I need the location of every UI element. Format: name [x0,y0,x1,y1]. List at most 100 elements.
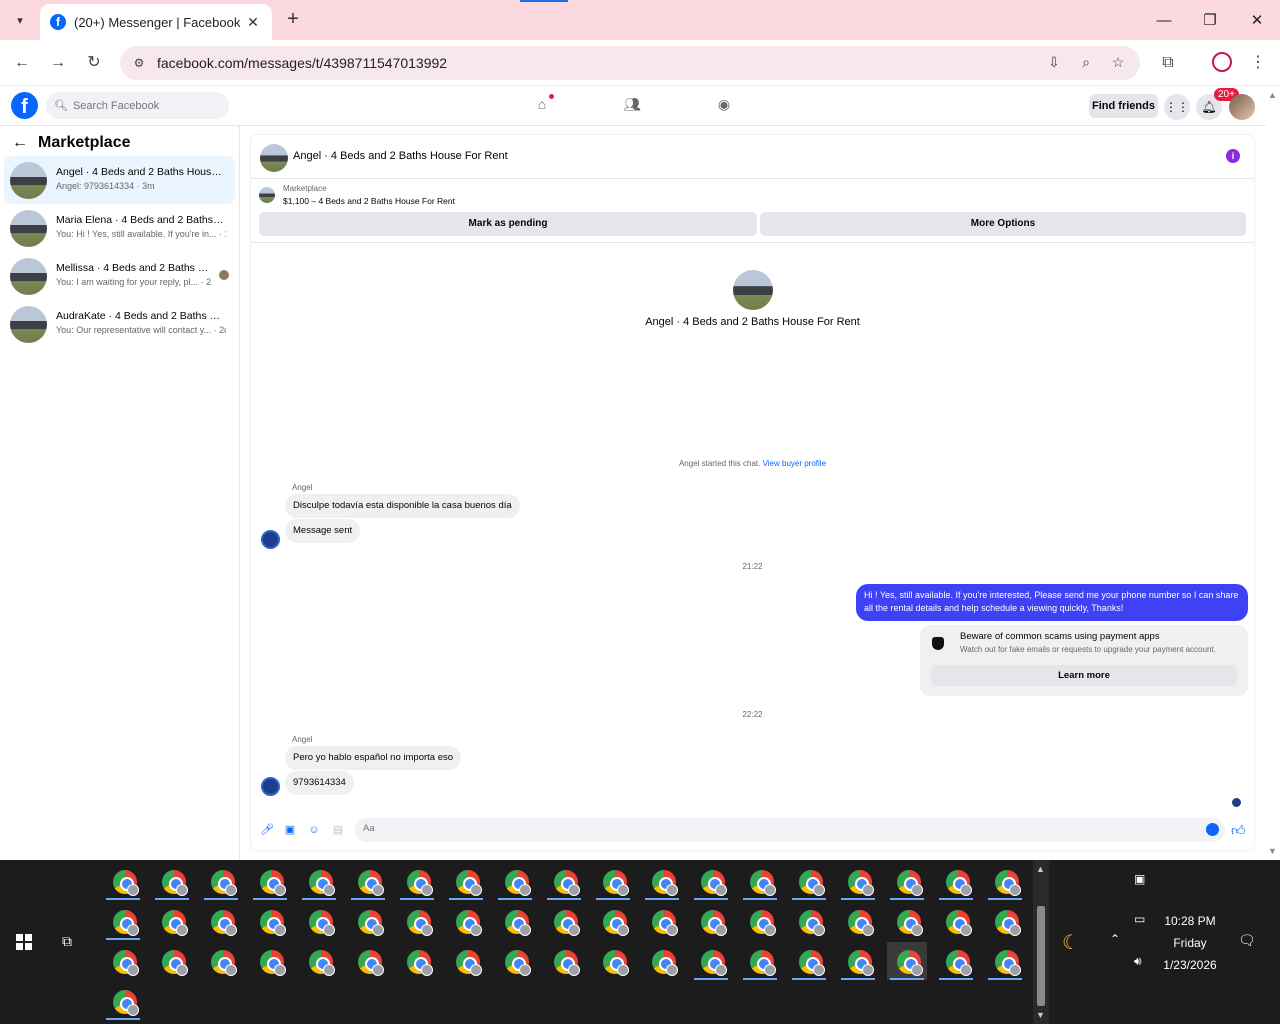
menu-dots-icon[interactable]: ⋮ [1246,51,1270,75]
taskbar-scroll-up-icon[interactable]: ▲ [1036,864,1045,874]
account-avatar[interactable] [1229,94,1255,120]
incoming-message[interactable]: Pero yo hablo español no importa eso [285,746,462,770]
more-options-button[interactable]: More Options [760,212,1246,236]
chrome-taskbar-icon[interactable] [446,902,486,940]
chrome-taskbar-icon[interactable] [446,862,486,900]
taskbar-clock[interactable]: 10:28 PM Friday 1/23/2026 [1150,910,1230,976]
find-friends-button[interactable]: Find friends [1089,94,1158,118]
chrome-taskbar-icon[interactable] [691,942,731,980]
learn-more-button[interactable]: Learn more [931,665,1237,686]
chat-avatar[interactable] [260,144,288,172]
chrome-taskbar-icon[interactable] [789,942,829,980]
chrome-taskbar-icon[interactable] [789,902,829,940]
sender-avatar[interactable] [261,777,280,796]
chrome-taskbar-icon[interactable] [887,942,927,980]
thumbs-up-icon[interactable]: 👍︎ [1231,822,1246,839]
emoji-icon[interactable] [1206,823,1219,836]
show-hidden-icons-chevron-icon[interactable]: ⌃ [1110,932,1120,946]
incoming-message[interactable]: Disculpe todavía esta disponible la casa… [285,494,520,518]
sender-avatar[interactable] [261,530,280,549]
chrome-taskbar-icon[interactable] [838,862,878,900]
facebook-search[interactable]: 🔍︎ [46,92,229,119]
chrome-taskbar-icon[interactable] [691,902,731,940]
chrome-taskbar-icon[interactable] [103,982,143,1020]
profile-icon[interactable] [1212,52,1232,72]
close-window-button[interactable]: ✕ [1234,0,1280,40]
restore-button[interactable]: ❐ [1187,0,1233,40]
chrome-taskbar-icon[interactable] [936,942,976,980]
windows-start-icon[interactable] [16,934,32,950]
photo-icon[interactable]: ▣ [284,824,296,836]
chrome-taskbar-icon[interactable] [740,902,780,940]
info-icon[interactable]: i [1226,149,1240,163]
chrome-taskbar-icon[interactable] [250,862,290,900]
chrome-taskbar-icon[interactable] [348,902,388,940]
back-icon[interactable]: ← [10,51,34,75]
taskbar-scroll-down-icon[interactable]: ▼ [1036,1010,1045,1020]
install-app-icon[interactable]: ⇩ [1044,54,1064,72]
chrome-taskbar-icon[interactable] [103,902,143,940]
forward-icon[interactable]: → [46,51,70,75]
address-bar[interactable]: ⚙ facebook.com/messages/t/43987115470139… [120,46,1140,80]
chrome-taskbar-icon[interactable] [201,942,241,980]
scroll-down-arrow-icon[interactable]: ▼ [1268,846,1277,856]
chat-title[interactable]: Angel · 4 Beds and 2 Baths House For Ren… [293,150,508,162]
chrome-taskbar-icon[interactable] [887,902,927,940]
chrome-taskbar-icon[interactable] [593,862,633,900]
conversation-item[interactable]: AudraKate · 4 Beds and 2 Baths House For… [4,300,235,348]
chrome-taskbar-icon[interactable] [299,942,339,980]
home-icon[interactable]: ⌂ [531,94,554,116]
outgoing-message[interactable]: Hi ! Yes, still available. If you're int… [856,584,1248,621]
chrome-taskbar-icon[interactable] [152,902,192,940]
chrome-taskbar-icon[interactable] [152,942,192,980]
chrome-taskbar-icon[interactable] [103,942,143,980]
chrome-taskbar-icon[interactable] [250,902,290,940]
taskbar-scrollbar[interactable]: ▲ ▼ [1033,860,1049,1024]
minimize-button[interactable]: — [1141,0,1187,40]
site-info-icon[interactable]: ⚙ [130,54,148,72]
chrome-taskbar-icon[interactable] [691,862,731,900]
page-scrollbar[interactable]: ▲ ▼ [1266,86,1280,860]
scroll-up-arrow-icon[interactable]: ▲ [1268,90,1277,100]
chrome-taskbar-icon[interactable] [103,862,143,900]
chrome-taskbar-icon[interactable] [838,942,878,980]
friends-icon[interactable]: 👥︎ [621,96,643,116]
gif-icon[interactable]: ▤ [332,824,344,836]
tab-search-icon[interactable]: ▾ [8,8,32,32]
menu-grid-icon[interactable]: ⋮⋮ [1164,94,1190,120]
chrome-taskbar-icon[interactable] [936,902,976,940]
chrome-taskbar-icon[interactable] [642,902,682,940]
sticker-icon[interactable]: ☺ [308,824,320,836]
message-input[interactable] [363,823,1183,834]
extensions-icon[interactable]: ⧉ [1156,51,1180,75]
conversation-item[interactable]: Maria Elena · 4 Beds and 2 Baths House F… [4,204,235,252]
view-buyer-profile-link[interactable]: View buyer profile [763,459,826,468]
chrome-taskbar-icon[interactable] [887,862,927,900]
chrome-taskbar-icon[interactable] [397,902,437,940]
chrome-taskbar-icon[interactable] [299,862,339,900]
chrome-taskbar-icon[interactable] [544,942,584,980]
chrome-taskbar-icon[interactable] [348,942,388,980]
task-view-icon[interactable]: ⧉ [62,933,80,949]
microphone-icon[interactable]: 🎤︎ [260,824,274,836]
chrome-taskbar-icon[interactable] [985,902,1025,940]
chrome-taskbar-icon[interactable] [936,862,976,900]
chrome-taskbar-icon[interactable] [250,942,290,980]
chrome-taskbar-icon[interactable] [299,902,339,940]
listing-price[interactable]: $1,100 – 4 Beds and 2 Baths House For Re… [283,196,455,206]
chrome-taskbar-icon[interactable] [544,862,584,900]
chrome-taskbar-icon[interactable] [740,942,780,980]
new-tab-button[interactable]: + [282,8,304,30]
facebook-logo-icon[interactable]: f [11,92,38,119]
chrome-taskbar-icon[interactable] [985,862,1025,900]
chrome-taskbar-icon[interactable] [495,942,535,980]
url-text[interactable]: facebook.com/messages/t/4398711547013992 [157,55,447,71]
chrome-taskbar-icon[interactable] [152,862,192,900]
chrome-taskbar-icon[interactable] [201,902,241,940]
volume-icon[interactable]: 🔊︎ [1134,954,1142,969]
chrome-taskbar-icon[interactable] [642,862,682,900]
chrome-taskbar-icon[interactable] [985,942,1025,980]
chrome-taskbar-icon[interactable] [446,942,486,980]
network-icon[interactable]: ▭ [1134,912,1145,926]
back-arrow-icon[interactable]: ← [12,134,28,152]
